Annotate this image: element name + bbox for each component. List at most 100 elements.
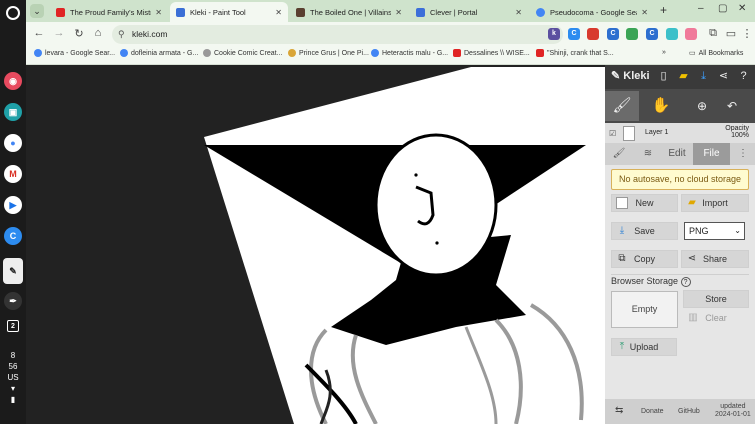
battery-icon: ▮: [10, 395, 16, 404]
help-icon[interactable]: ?: [737, 70, 750, 83]
bookmarks-overflow-icon[interactable]: »: [662, 49, 666, 56]
clear-label: Clear: [705, 313, 727, 323]
divider: [611, 274, 749, 275]
new-page-icon: [616, 197, 628, 209]
doodle-app-icon[interactable]: ✎: [3, 258, 23, 284]
profile-icon[interactable]: ▭: [724, 27, 738, 40]
tab-layers-icon[interactable]: ≋: [633, 143, 663, 165]
launcher-icon[interactable]: [6, 6, 20, 20]
clear-button[interactable]: ▥ Clear: [683, 310, 749, 328]
app-icon-1[interactable]: ◉: [4, 72, 22, 90]
layer-visibility-checkbox[interactable]: ☑: [609, 129, 616, 138]
extension-icon-4[interactable]: C: [607, 28, 619, 40]
tab-strip: ⌄ The Proud Family's Mistreat... ✕ Kleki…: [26, 0, 755, 22]
youtube-icon: [453, 49, 461, 57]
open-folder-icon[interactable]: ▰: [677, 70, 690, 83]
bookmark-label: levara - Google Sear...: [45, 49, 116, 57]
bookmark-item[interactable]: levara - Google Sear...: [34, 49, 115, 57]
close-icon[interactable]: ✕: [275, 8, 282, 17]
undo-icon[interactable]: ↶: [715, 91, 749, 121]
tab-search-button[interactable]: ⌄: [30, 4, 44, 18]
bookmark-label: dofleinia armata - G...: [131, 49, 199, 57]
clever-app-icon[interactable]: C: [4, 227, 22, 245]
format-select[interactable]: PNG ⌄: [684, 222, 745, 240]
import-button[interactable]: ▰ Import: [681, 194, 749, 212]
share-icon[interactable]: ⋖: [717, 70, 730, 83]
bookmark-item[interactable]: Dessalines \\ WISE...: [453, 49, 530, 57]
donate-link[interactable]: Donate: [641, 408, 664, 415]
download-icon[interactable]: ⤓: [697, 70, 710, 83]
tab-clever[interactable]: Clever | Portal ✕: [410, 2, 528, 22]
kleki-logo[interactable]: ✎ Kleki: [611, 69, 650, 82]
extension-icon-5[interactable]: [626, 28, 638, 40]
save-button[interactable]: ⤓ Save: [611, 222, 678, 240]
updated-date: 2024-01-01: [715, 411, 751, 418]
forward-icon[interactable]: →: [52, 27, 66, 39]
extension-icon-1[interactable]: k: [548, 28, 560, 40]
desk-icon[interactable]: 2: [7, 320, 19, 332]
swap-icon[interactable]: ⇆: [615, 405, 623, 416]
zoom-in-icon[interactable]: ⊕: [685, 91, 719, 121]
canvas-artwork: [204, 67, 605, 424]
upload-button[interactable]: ⤒ Upload: [611, 338, 677, 356]
gmail-app-icon[interactable]: M: [4, 165, 22, 183]
close-icon[interactable]: ✕: [395, 8, 402, 17]
tab-proud-family[interactable]: The Proud Family's Mistreat... ✕: [50, 2, 168, 22]
status-tray[interactable]: 8 56 US ▾ ▮: [0, 350, 26, 405]
tab-brush-icon[interactable]: 🖌: [605, 143, 633, 165]
new-button[interactable]: New: [611, 194, 678, 212]
layer-row[interactable]: ☑ Layer 1 Opacity 100%: [605, 123, 755, 143]
tab-more-icon[interactable]: ⋮: [733, 143, 753, 165]
close-icon[interactable]: ✕: [515, 8, 522, 17]
autosave-notice: No autosave, no cloud storage: [611, 169, 749, 190]
bookmark-item[interactable]: Heteractis malu - G...: [371, 49, 448, 57]
bookmark-label: Heteractis malu - G...: [382, 49, 449, 57]
drawing-canvas[interactable]: [26, 65, 605, 424]
tab-pseudocoma[interactable]: Pseudocoma - Google Sear... ✕: [530, 2, 654, 22]
back-icon[interactable]: ←: [32, 27, 46, 39]
maximize-icon[interactable]: ▢: [718, 3, 727, 14]
hand-tool-icon[interactable]: ✋: [644, 91, 678, 121]
pen-app-icon[interactable]: ✒: [4, 292, 22, 310]
close-icon[interactable]: ✕: [155, 8, 162, 17]
bookmark-item[interactable]: Prince Grus | One Pi...: [288, 49, 369, 57]
bookmark-item[interactable]: "Shinji, crank that S...: [536, 49, 614, 57]
tab-file[interactable]: File: [693, 143, 730, 165]
share-button[interactable]: ⋖ Share: [681, 250, 749, 268]
extension-icon-7[interactable]: [666, 28, 678, 40]
play-app-icon[interactable]: ▶: [4, 196, 22, 214]
extensions-puzzle-icon[interactable]: ⧉: [706, 27, 720, 40]
close-icon[interactable]: ✕: [641, 8, 648, 17]
minimize-icon[interactable]: –: [698, 3, 704, 14]
tab-boiled-one[interactable]: The Boiled One | Villains W... ✕: [290, 2, 408, 22]
bookmark-item[interactable]: dofleinia armata - G...: [120, 49, 198, 57]
extension-icon-8[interactable]: [685, 28, 697, 40]
tab-title: Clever | Portal: [430, 7, 478, 17]
new-tab-button[interactable]: +: [660, 3, 667, 17]
copy-button[interactable]: ⧉ Copy: [611, 250, 678, 268]
extension-icon-2[interactable]: C: [568, 28, 580, 40]
bookmark-item[interactable]: Cookie Comic Creat...: [203, 49, 282, 57]
all-bookmarks[interactable]: ▭ All Bookmarks: [689, 49, 743, 58]
chrome-app-icon[interactable]: ●: [4, 134, 22, 152]
brush-tool-icon[interactable]: 🖌: [605, 91, 639, 121]
app-icon-2[interactable]: ▣: [4, 103, 22, 121]
github-link[interactable]: GitHub: [678, 408, 700, 415]
address-bar[interactable]: ⚲ kleki.com ☆: [112, 25, 563, 44]
site-info-icon[interactable]: ⚲: [118, 25, 125, 44]
tab-kleki[interactable]: Kleki - Paint Tool ✕: [170, 2, 288, 22]
store-button[interactable]: Store: [683, 290, 749, 308]
home-icon[interactable]: ⌂: [91, 27, 105, 39]
share-icon: ⋖: [687, 253, 697, 264]
extension-icon-6[interactable]: C: [646, 28, 658, 40]
new-image-icon[interactable]: ▯: [657, 70, 670, 83]
chrome-menu-icon[interactable]: ⋮: [740, 27, 754, 40]
help-icon[interactable]: ?: [680, 277, 691, 287]
new-label: New: [635, 198, 654, 208]
reload-icon[interactable]: ↻: [72, 27, 86, 40]
google-icon: [120, 49, 128, 57]
globe-icon: [203, 49, 211, 57]
tab-edit[interactable]: Edit: [661, 143, 693, 165]
extension-icon-3[interactable]: [587, 28, 599, 40]
window-close-icon[interactable]: ✕: [738, 3, 746, 14]
